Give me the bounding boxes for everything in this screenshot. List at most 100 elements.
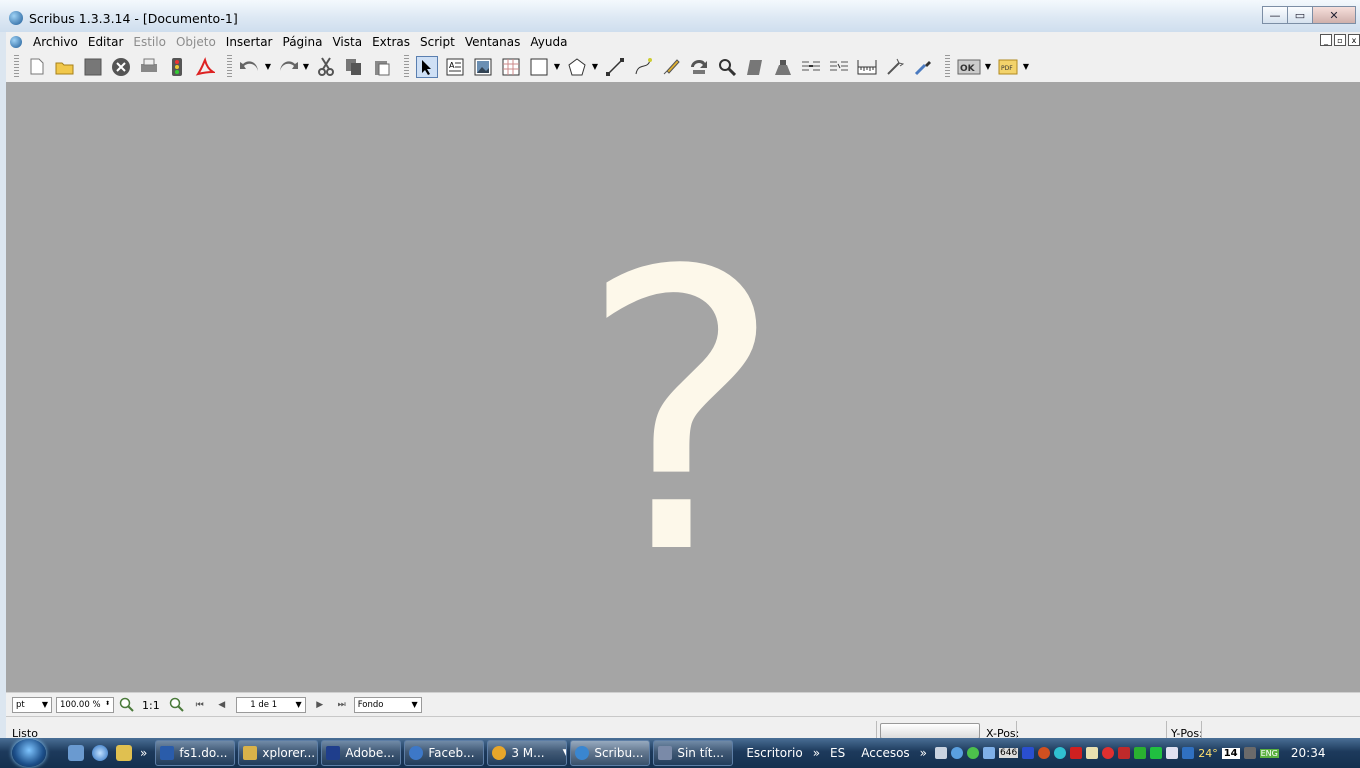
copy-icon[interactable] <box>343 56 365 78</box>
undo-dropdown-icon[interactable]: ▼ <box>264 56 272 78</box>
task-fs1-doc[interactable]: fs1.do... <box>155 740 236 766</box>
cut-icon[interactable] <box>315 56 337 78</box>
tray-display-icon[interactable] <box>1182 747 1195 759</box>
menu-estilo[interactable]: Estilo <box>128 35 171 49</box>
shape-dropdown-icon[interactable]: ▼ <box>553 56 561 78</box>
unlink-frames-icon[interactable] <box>828 56 850 78</box>
redo-icon[interactable] <box>277 56 299 78</box>
doc-minimize-button[interactable]: _ <box>1320 34 1332 46</box>
zoom-in-icon[interactable] <box>166 694 188 716</box>
menu-editar[interactable]: Editar <box>83 35 129 49</box>
explorer-quicklaunch-icon[interactable] <box>116 745 132 761</box>
pdf-field-icon[interactable]: PDF <box>997 56 1019 78</box>
menu-objeto[interactable]: Objeto <box>171 35 221 49</box>
tray-app-icon[interactable] <box>935 747 948 759</box>
menu-insertar[interactable]: Insertar <box>221 35 278 49</box>
tray-tools-icon[interactable] <box>1243 747 1256 759</box>
menu-ventanas[interactable]: Ventanas <box>460 35 526 49</box>
shape-icon[interactable] <box>528 56 550 78</box>
menu-archivo[interactable]: Archivo <box>28 35 83 49</box>
zoom-ratio-button[interactable]: 1:1 <box>142 699 160 712</box>
rotate-icon[interactable] <box>688 56 710 78</box>
first-page-icon[interactable]: ⏮ <box>192 700 208 710</box>
minimize-button[interactable]: — <box>1262 6 1288 24</box>
clock[interactable]: 20:34 <box>1291 746 1326 760</box>
table-icon[interactable] <box>500 56 522 78</box>
menu-extras[interactable]: Extras <box>367 35 415 49</box>
task-messenger-group[interactable]: 3 M... ▼ <box>487 740 568 766</box>
menu-ayuda[interactable]: Ayuda <box>525 35 572 49</box>
accesos-toolbar-label[interactable]: Accesos <box>861 746 909 760</box>
preflight-icon[interactable] <box>166 56 188 78</box>
tray-temperature[interactable]: 24° <box>1198 747 1218 760</box>
zoom-spinbox[interactable]: 100.00 % ⬍ <box>56 697 114 713</box>
toolbar-grip[interactable] <box>227 54 232 79</box>
toolbar-grip[interactable] <box>14 54 19 79</box>
restore-button[interactable]: ▭ <box>1287 6 1313 24</box>
doc-close-button[interactable]: x <box>1348 34 1360 46</box>
paste-icon[interactable] <box>371 56 393 78</box>
tray-network-icon[interactable] <box>983 747 996 759</box>
close-document-icon[interactable] <box>110 56 132 78</box>
zoom-out-icon[interactable] <box>116 694 138 716</box>
spin-arrows-icon[interactable]: ⬍ <box>105 700 110 707</box>
copy-properties-icon[interactable] <box>884 56 906 78</box>
redo-dropdown-icon[interactable]: ▼ <box>302 56 310 78</box>
task-explorer[interactable]: xplorer... <box>238 740 319 766</box>
print-icon[interactable] <box>138 56 160 78</box>
task-adobe[interactable]: Adobe... <box>321 740 402 766</box>
select-pointer-icon[interactable] <box>416 55 438 78</box>
scribus-app-icon[interactable] <box>9 11 23 25</box>
tray-download-icon[interactable] <box>1134 747 1147 759</box>
tray-antivirus-icon[interactable] <box>1070 747 1083 759</box>
menu-script[interactable]: Script <box>415 35 460 49</box>
tray-firefox-icon[interactable] <box>1038 747 1051 759</box>
previous-page-icon[interactable]: ◀ <box>214 700 230 710</box>
zoom-icon[interactable] <box>716 56 738 78</box>
link-frames-icon[interactable] <box>800 56 822 78</box>
tray-language[interactable]: ENG <box>1259 748 1279 758</box>
text-frame-icon[interactable]: A <box>444 56 466 78</box>
task-scribus[interactable]: Scribu... <box>570 740 651 766</box>
image-frame-icon[interactable] <box>472 56 494 78</box>
tray-book-icon[interactable] <box>1166 747 1179 759</box>
tray-note-icon[interactable] <box>1086 747 1099 759</box>
tray-shield-icon[interactable] <box>1118 747 1131 759</box>
doc-restore-button[interactable]: ▫ <box>1334 34 1346 46</box>
freehand-icon[interactable] <box>660 56 682 78</box>
page-select[interactable]: 1 de 1 ▼ <box>235 697 306 713</box>
chevron-down-icon[interactable]: ▼ <box>563 748 567 758</box>
document-canvas[interactable]: ? <box>6 82 1360 692</box>
tray-chat-icon[interactable] <box>1150 747 1163 759</box>
toolbar-grip[interactable] <box>404 54 409 79</box>
export-pdf-icon[interactable] <box>194 56 216 78</box>
tray-bluetooth-icon[interactable] <box>1022 747 1035 759</box>
open-folder-icon[interactable] <box>54 56 76 78</box>
save-icon[interactable] <box>82 56 104 78</box>
desktop-toolbar-label[interactable]: Escritorio <box>746 746 802 760</box>
eyedropper-icon[interactable] <box>912 56 934 78</box>
last-page-icon[interactable]: ⏭ <box>334 700 350 710</box>
tray-date-badge[interactable]: 14 <box>1221 747 1240 759</box>
measure-icon[interactable] <box>856 56 878 78</box>
task-facebook[interactable]: Faceb... <box>404 740 485 766</box>
accesos-toolbar-overflow-icon[interactable]: » <box>920 746 927 760</box>
menu-pagina[interactable]: Página <box>278 35 328 49</box>
pdf-button-icon[interactable]: OK <box>957 56 981 78</box>
toolbar-grip[interactable] <box>945 54 950 79</box>
pdf-field-dropdown-icon[interactable]: ▼ <box>1022 56 1030 78</box>
layer-select[interactable]: Fondo ▼ <box>353 697 422 713</box>
edit-contents-icon[interactable] <box>744 56 766 78</box>
language-indicator[interactable]: ES <box>830 746 845 760</box>
tray-globe-icon[interactable] <box>951 747 964 759</box>
polygon-dropdown-icon[interactable]: ▼ <box>591 56 599 78</box>
new-document-icon[interactable] <box>26 56 48 78</box>
polygon-icon[interactable] <box>566 56 588 78</box>
tray-warning-icon[interactable] <box>1102 747 1115 759</box>
document-icon[interactable] <box>10 35 22 48</box>
tray-sync-icon[interactable] <box>1054 747 1067 759</box>
next-page-icon[interactable]: ▶ <box>312 700 328 710</box>
tray-counter[interactable]: 646 <box>999 748 1019 758</box>
task-sin-titulo[interactable]: Sin tít... <box>653 740 734 766</box>
edit-text-icon[interactable] <box>772 56 794 78</box>
